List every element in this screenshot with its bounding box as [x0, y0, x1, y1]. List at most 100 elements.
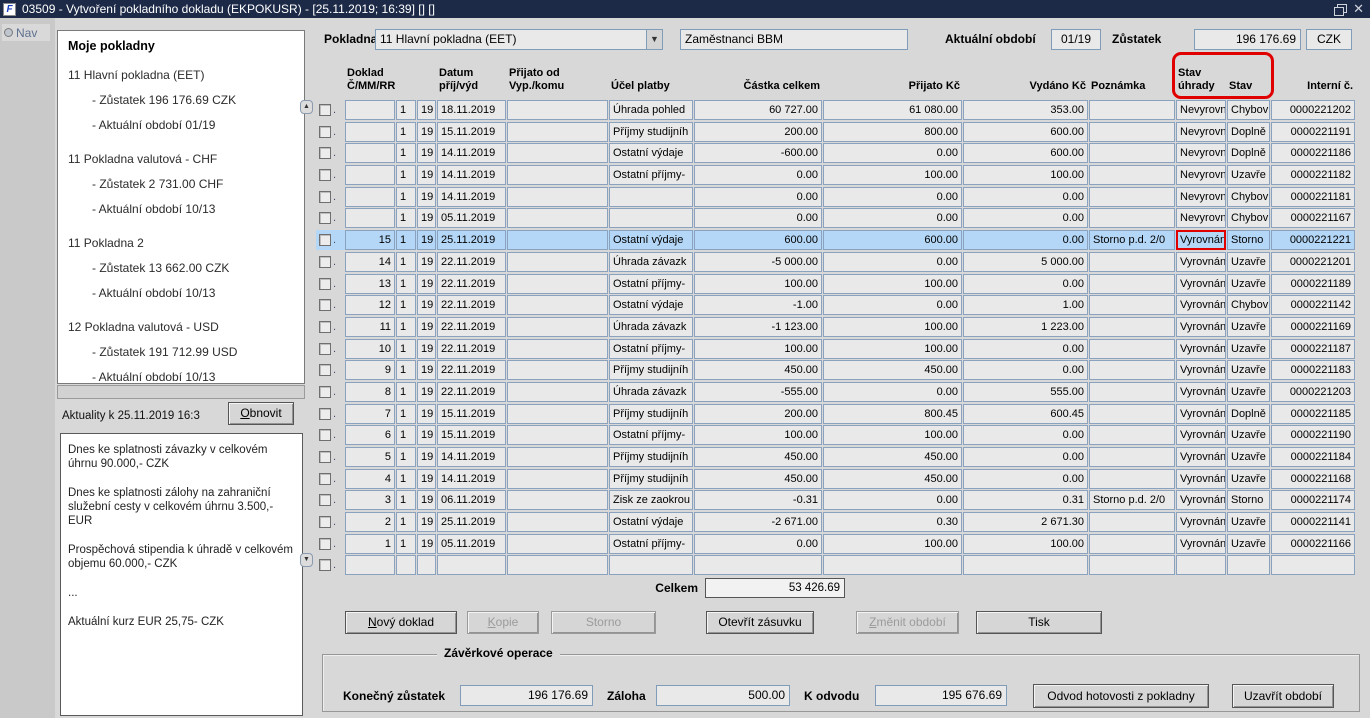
date-cell[interactable]: 14.11.2019 — [437, 186, 506, 207]
year-cell[interactable]: 19 — [417, 425, 436, 446]
payment-state-cell[interactable] — [1176, 555, 1226, 576]
received-from-cell[interactable] — [507, 381, 608, 402]
note-cell[interactable] — [1089, 121, 1175, 142]
total-amount-cell[interactable]: 0.00 — [694, 186, 822, 207]
doc-number-cell[interactable]: 13 — [345, 273, 395, 294]
table-row[interactable]: . 10 1 19 22.11.2019 Ostatní příjmy- 100.00 100… — [316, 338, 1355, 359]
state-cell[interactable]: Chybov — [1227, 208, 1270, 229]
note-cell[interactable] — [1089, 555, 1175, 576]
received-from-cell[interactable] — [507, 100, 608, 120]
date-cell[interactable]: 14.11.2019 — [437, 468, 506, 489]
month-cell[interactable]: 1 — [396, 338, 416, 359]
year-cell[interactable]: 19 — [417, 512, 436, 533]
row-checkbox[interactable] — [319, 190, 331, 203]
payment-state-cell[interactable]: Nevyrovn — [1176, 165, 1226, 186]
year-cell[interactable]: 19 — [417, 100, 436, 120]
row-checkbox[interactable] — [319, 169, 331, 182]
row-checkbox[interactable] — [319, 429, 331, 442]
note-cell[interactable] — [1089, 273, 1175, 294]
close-period-button[interactable]: Uzavřít období — [1232, 684, 1334, 708]
internal-number-cell[interactable]: 0000221187 — [1271, 338, 1355, 359]
date-cell[interactable]: 22.11.2019 — [437, 381, 506, 402]
total-amount-cell[interactable]: 450.00 — [694, 468, 822, 489]
internal-number-cell[interactable]: 0000221203 — [1271, 381, 1355, 402]
paid-czk-cell[interactable] — [963, 555, 1088, 576]
total-amount-cell[interactable]: -5 000.00 — [694, 251, 822, 272]
cashbox-name[interactable]: 11 Pokladna valutová - CHF — [68, 147, 294, 172]
paid-czk-cell[interactable]: 100.00 — [963, 533, 1088, 554]
internal-number-cell[interactable]: 0000221189 — [1271, 273, 1355, 294]
date-cell[interactable]: 14.11.2019 — [437, 165, 506, 186]
table-row[interactable]: . — [316, 555, 1355, 576]
received-czk-cell[interactable]: 61 080.00 — [823, 100, 962, 120]
doc-number-cell[interactable] — [345, 186, 395, 207]
payment-purpose-cell[interactable]: Příjmy studijníh — [609, 447, 693, 467]
open-drawer-button[interactable]: Otevřít zásuvku — [706, 611, 814, 634]
paid-czk-cell[interactable]: 0.00 — [963, 468, 1088, 489]
received-from-cell[interactable] — [507, 273, 608, 294]
paid-czk-cell[interactable]: 5 000.00 — [963, 251, 1088, 272]
year-cell[interactable]: 19 — [417, 468, 436, 489]
note-cell[interactable]: Storno p.d. 2/0 — [1089, 230, 1175, 251]
table-row[interactable]: . 7 1 19 15.11.2019 Příjmy studijníh 200.00 800… — [316, 403, 1355, 424]
total-amount-cell[interactable]: -1.00 — [694, 295, 822, 316]
total-amount-cell[interactable]: 200.00 — [694, 403, 822, 424]
payment-state-cell[interactable]: Vyrovnán — [1176, 533, 1226, 554]
month-cell[interactable]: 1 — [396, 490, 416, 511]
note-cell[interactable] — [1089, 403, 1175, 424]
note-cell[interactable] — [1089, 360, 1175, 381]
note-cell[interactable] — [1089, 251, 1175, 272]
payment-purpose-cell[interactable]: Zisk ze zaokrou — [609, 490, 693, 511]
row-checkbox[interactable] — [319, 104, 331, 116]
doc-number-cell[interactable] — [345, 165, 395, 186]
copy-button[interactable]: Kopie — [467, 611, 539, 634]
year-cell[interactable]: 19 — [417, 295, 436, 316]
payment-state-cell[interactable]: Vyrovnán — [1176, 447, 1226, 467]
year-cell[interactable]: 19 — [417, 381, 436, 402]
state-cell[interactable]: Doplně — [1227, 121, 1270, 142]
received-from-cell[interactable] — [507, 121, 608, 142]
change-period-button[interactable]: Změnit období — [856, 611, 959, 634]
received-czk-cell[interactable]: 0.00 — [823, 251, 962, 272]
state-cell[interactable]: Uzavře — [1227, 381, 1270, 402]
row-checkbox[interactable] — [319, 472, 331, 485]
date-cell[interactable]: 22.11.2019 — [437, 316, 506, 337]
month-cell[interactable]: 1 — [396, 251, 416, 272]
received-from-cell[interactable] — [507, 338, 608, 359]
payment-state-cell[interactable]: Vyrovnán — [1176, 230, 1226, 251]
paid-czk-cell[interactable]: 2 671.30 — [963, 512, 1088, 533]
paid-czk-cell[interactable]: 0.00 — [963, 360, 1088, 381]
note-cell[interactable] — [1089, 512, 1175, 533]
table-row[interactable]: . 2 1 19 25.11.2019 Ostatní výdaje -2 671.00 0.… — [316, 512, 1355, 533]
state-cell[interactable]: Chybov — [1227, 100, 1270, 120]
table-row[interactable]: . 15 1 19 25.11.2019 Ostatní výdaje 600.00 600.… — [316, 230, 1355, 251]
received-czk-cell[interactable]: 0.00 — [823, 143, 962, 164]
state-cell[interactable]: Uzavře — [1227, 512, 1270, 533]
cashbox-select[interactable]: 11 Hlavní pokladna (EET) ▼ — [375, 29, 663, 50]
note-cell[interactable]: Storno p.d. 2/0 — [1089, 490, 1175, 511]
received-from-cell[interactable] — [507, 425, 608, 446]
internal-number-cell[interactable] — [1271, 555, 1355, 576]
year-cell[interactable]: 19 — [417, 360, 436, 381]
note-cell[interactable] — [1089, 208, 1175, 229]
doc-number-cell[interactable]: 15 — [345, 230, 395, 251]
doc-number-cell[interactable]: 1 — [345, 533, 395, 554]
total-amount-cell[interactable]: -1 123.00 — [694, 316, 822, 337]
payment-state-cell[interactable]: Vyrovnán — [1176, 295, 1226, 316]
table-row[interactable]: . 1 19 05.11.2019 0.00 0.00 0.00 Nevyrovn Chybov… — [316, 208, 1355, 229]
received-from-cell[interactable] — [507, 316, 608, 337]
row-checkbox[interactable] — [319, 277, 331, 290]
row-checkbox[interactable] — [319, 516, 331, 529]
payment-purpose-cell[interactable]: Příjmy studijníh — [609, 360, 693, 381]
doc-number-cell[interactable]: 3 — [345, 490, 395, 511]
month-cell[interactable]: 1 — [396, 273, 416, 294]
internal-number-cell[interactable]: 0000221141 — [1271, 512, 1355, 533]
payment-purpose-cell[interactable] — [609, 208, 693, 229]
state-cell[interactable]: Storno — [1227, 490, 1270, 511]
paid-czk-cell[interactable]: 0.31 — [963, 490, 1088, 511]
cashbox-entry[interactable]: 11 Hlavní pokladna (EET) - Zůstatek 196 1… — [68, 63, 294, 138]
received-from-cell[interactable] — [507, 555, 608, 576]
row-checkbox[interactable] — [319, 537, 331, 550]
internal-number-cell[interactable]: 0000221201 — [1271, 251, 1355, 272]
internal-number-cell[interactable]: 0000221166 — [1271, 533, 1355, 554]
